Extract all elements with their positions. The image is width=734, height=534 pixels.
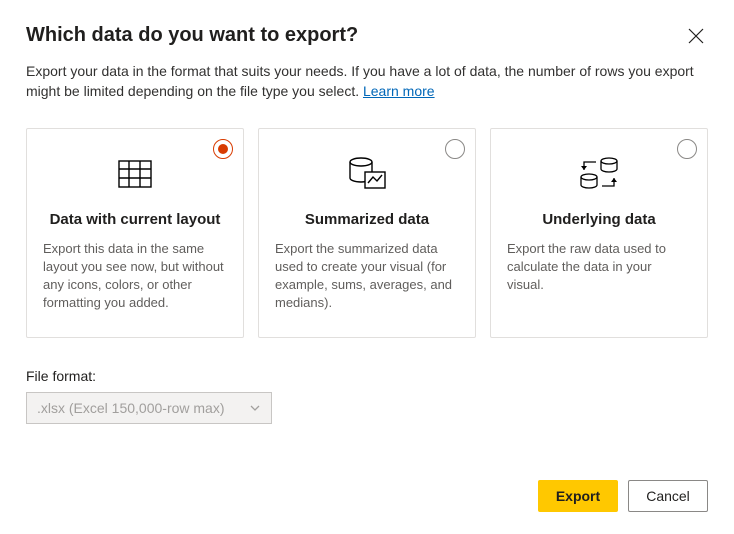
file-format-value: .xlsx (Excel 150,000-row max) <box>37 400 225 416</box>
option-title: Data with current layout <box>43 211 227 228</box>
export-button[interactable]: Export <box>538 480 618 512</box>
option-title: Summarized data <box>275 211 459 228</box>
export-options: Data with current layout Export this dat… <box>26 128 708 338</box>
option-underlying[interactable]: Underlying data Export the raw data used… <box>490 128 708 338</box>
cancel-button[interactable]: Cancel <box>628 480 708 512</box>
underlying-icon <box>507 149 691 199</box>
chevron-down-icon <box>249 402 261 414</box>
radio-underlying[interactable] <box>677 139 697 159</box>
table-grid-icon <box>43 149 227 199</box>
summarized-icon <box>275 149 459 199</box>
option-desc: Export the raw data used to calculate th… <box>507 240 691 295</box>
close-button[interactable] <box>684 24 708 48</box>
file-format-select[interactable]: .xlsx (Excel 150,000-row max) <box>26 392 272 424</box>
option-desc: Export the summarized data used to creat… <box>275 240 459 313</box>
dialog-footer: Export Cancel <box>538 480 708 512</box>
option-current-layout[interactable]: Data with current layout Export this dat… <box>26 128 244 338</box>
subtitle-text: Export your data in the format that suit… <box>26 63 694 99</box>
dialog-subtitle: Export your data in the format that suit… <box>26 61 696 102</box>
option-summarized[interactable]: Summarized data Export the summarized da… <box>258 128 476 338</box>
file-format-label: File format: <box>26 368 708 384</box>
close-icon <box>688 28 704 44</box>
radio-current-layout[interactable] <box>213 139 233 159</box>
learn-more-link[interactable]: Learn more <box>363 83 435 99</box>
option-title: Underlying data <box>507 211 691 228</box>
radio-summarized[interactable] <box>445 139 465 159</box>
option-desc: Export this data in the same layout you … <box>43 240 227 313</box>
dialog-title: Which data do you want to export? <box>26 24 358 47</box>
